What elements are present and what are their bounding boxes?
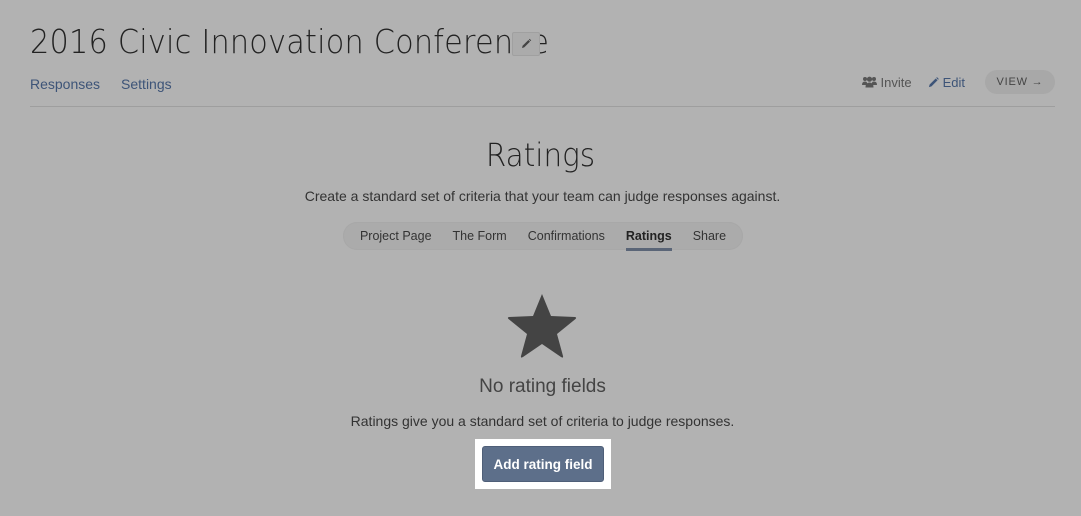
star-icon (507, 294, 577, 358)
view-button[interactable]: VIEW → (985, 70, 1055, 94)
pencil-icon (928, 76, 939, 87)
section-title: Ratings (485, 136, 596, 174)
tab-confirmations[interactable]: Confirmations (517, 222, 615, 250)
users-icon (861, 76, 877, 88)
project-nav: Responses Settings (30, 76, 172, 92)
nav-responses-link[interactable]: Responses (30, 76, 100, 92)
header-actions: Invite Edit VIEW → (861, 70, 1055, 94)
page-title: 2016 Civic Innovation Conference (30, 22, 550, 61)
tab-the-form[interactable]: The Form (442, 222, 517, 250)
settings-tabs: Project Page The Form Confirmations Rati… (343, 222, 743, 251)
title-row: 2016 Civic Innovation Conference (30, 22, 594, 61)
empty-state-description: Ratings give you a standard set of crite… (350, 413, 735, 429)
tab-share[interactable]: Share (682, 222, 736, 250)
edit-button[interactable]: Edit (928, 75, 965, 90)
tab-project-page[interactable]: Project Page (349, 222, 442, 250)
edit-title-button[interactable] (512, 32, 540, 56)
invite-label: Invite (880, 74, 912, 90)
add-rating-field-button[interactable]: Add rating field (482, 446, 604, 482)
header-divider (30, 106, 1055, 107)
empty-state-title: No rating fields (479, 376, 606, 397)
pencil-icon (522, 38, 532, 48)
nav-settings-link[interactable]: Settings (121, 76, 172, 92)
invite-button[interactable]: Invite (861, 74, 912, 90)
edit-label: Edit (942, 74, 965, 90)
tab-ratings[interactable]: Ratings (615, 222, 682, 251)
section-subtitle: Create a standard set of criteria that y… (304, 188, 781, 204)
